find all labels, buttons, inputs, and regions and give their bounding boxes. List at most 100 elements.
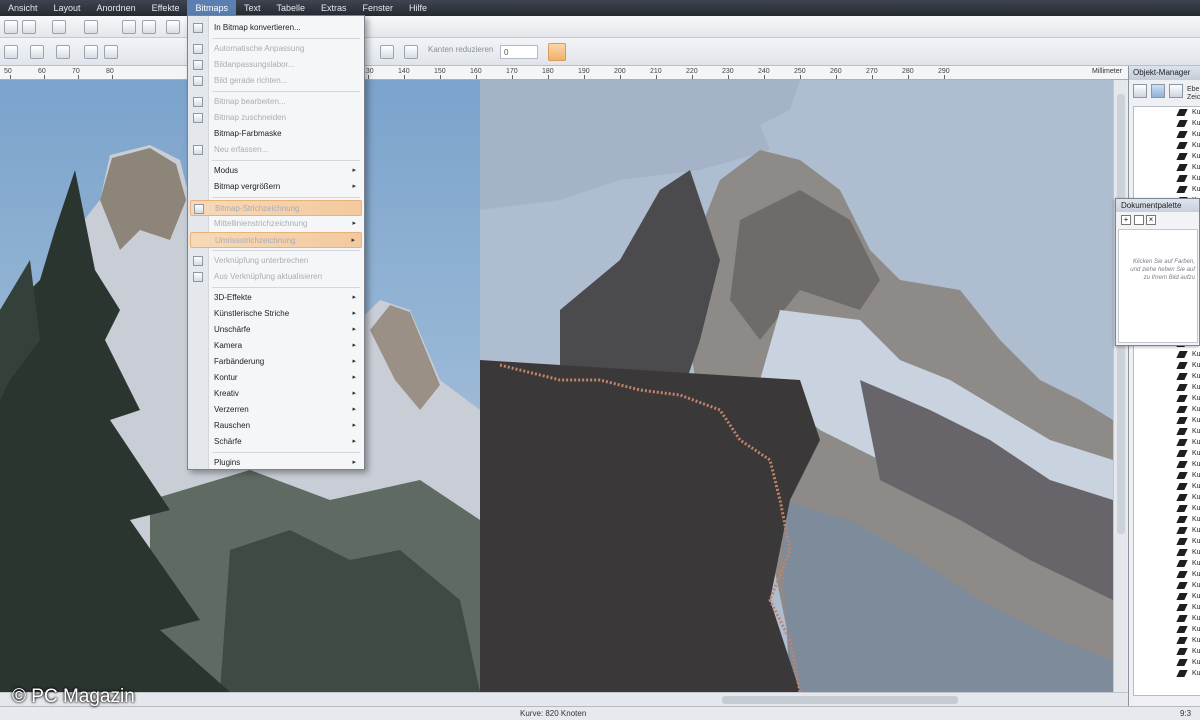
menu-item-sch-rfe[interactable]: Schärfe ▸ [190, 434, 362, 450]
export-icon[interactable] [142, 20, 156, 34]
object-row[interactable]: Kur [1134, 162, 1200, 173]
object-row[interactable]: Kur [1134, 107, 1200, 118]
smooth-input[interactable] [500, 45, 538, 59]
menu-text[interactable]: Text [236, 0, 269, 16]
nodes-select-icon[interactable] [404, 45, 418, 59]
object-row[interactable]: Kur [1134, 492, 1200, 503]
menu-item-neu-erfassen[interactable]: Neu erfassen... [190, 142, 362, 158]
redo-icon[interactable] [84, 20, 98, 34]
menu-fenster[interactable]: Fenster [355, 0, 402, 16]
menu-item-umrissstrichzeichnung[interactable]: Umrissstrichzeichnung ▸ [190, 232, 362, 248]
object-row[interactable]: Kur [1134, 415, 1200, 426]
object-row[interactable]: Kur [1134, 602, 1200, 613]
menu-item-bitmap-zuschneiden[interactable]: Bitmap zuschneiden [190, 110, 362, 126]
menu-item-unsch-rfe[interactable]: Unschärfe ▸ [190, 322, 362, 338]
menu-item-bitmap-bearbeiten[interactable]: Bitmap bearbeiten... [190, 94, 362, 110]
object-row[interactable]: Kur [1134, 437, 1200, 448]
object-row[interactable]: Kur [1134, 129, 1200, 140]
undo-icon[interactable] [52, 20, 66, 34]
pointer-view-icon[interactable] [1151, 84, 1165, 98]
menu-item-in-bitmap-konvertieren[interactable]: In Bitmap konvertieren... [190, 20, 362, 36]
menu-hilfe[interactable]: Hilfe [401, 0, 435, 16]
no-color-icon[interactable]: × [1146, 215, 1156, 225]
object-row[interactable]: Kur [1134, 470, 1200, 481]
object-row[interactable]: Kur [1134, 580, 1200, 591]
object-row[interactable]: Kur [1134, 624, 1200, 635]
menu-item-bildanpassungslabor[interactable]: Bildanpassungslabor... [190, 57, 362, 73]
vertical-scrollbar[interactable] [1113, 80, 1127, 692]
object-row[interactable]: Kur [1134, 371, 1200, 382]
menu-item-bitmap-strichzeichnung[interactable]: Bitmap-Strichzeichnung [190, 200, 362, 216]
publish-icon[interactable] [166, 20, 180, 34]
object-row[interactable]: Kur [1134, 558, 1200, 569]
object-row[interactable]: Kur [1134, 613, 1200, 624]
align-icon[interactable] [4, 45, 18, 59]
object-row[interactable]: Kur [1134, 525, 1200, 536]
menu-item-plugins[interactable]: Plugins ▸ [190, 455, 362, 471]
object-row[interactable]: Kur [1134, 393, 1200, 404]
horizontal-scrollbar[interactable] [0, 692, 1128, 706]
object-row[interactable]: Kur [1134, 448, 1200, 459]
menu-item-mittellinienstrichzeichnung[interactable]: Mittellinienstrichzeichnung ▸ [190, 216, 362, 232]
object-row[interactable]: Kur [1134, 404, 1200, 415]
flip-icon[interactable] [56, 45, 70, 59]
node-icon[interactable] [84, 45, 98, 59]
import-icon[interactable] [122, 20, 136, 34]
line-icon[interactable] [104, 45, 118, 59]
menu-item-bitmap-farbmaske[interactable]: Bitmap-Farbmaske [190, 126, 362, 142]
object-row[interactable]: Kur [1134, 140, 1200, 151]
menu-effekte[interactable]: Effekte [144, 0, 188, 16]
object-row[interactable]: Kur [1134, 514, 1200, 525]
menu-item-kontur[interactable]: Kontur ▸ [190, 370, 362, 386]
menu-ansicht[interactable]: Ansicht [0, 0, 46, 16]
object-row[interactable]: Kur [1134, 591, 1200, 602]
object-row[interactable]: Kur [1134, 547, 1200, 558]
menu-item-rauschen[interactable]: Rauschen ▸ [190, 418, 362, 434]
object-row[interactable]: Kur [1134, 635, 1200, 646]
layer-manager-icon[interactable] [1169, 84, 1183, 98]
mirror-icon[interactable] [30, 45, 44, 59]
object-row[interactable]: Kur [1134, 503, 1200, 514]
menu-item-automatische-anpassung[interactable]: Automatische Anpassung [190, 41, 362, 57]
object-row[interactable]: Kur [1134, 646, 1200, 657]
drawing-canvas[interactable] [0, 80, 1113, 692]
menu-tabelle[interactable]: Tabelle [268, 0, 313, 16]
menu-item-kreativ[interactable]: Kreativ ▸ [190, 386, 362, 402]
object-row[interactable]: Kur [1134, 657, 1200, 668]
menu-item-aus-verkn-pfung-aktualisieren[interactable]: Aus Verknüpfung aktualisieren [190, 269, 362, 285]
new-icon[interactable] [4, 20, 18, 34]
palette-swatches[interactable]: Klicken Sie auf Farben, und ziehe heben … [1118, 229, 1198, 343]
object-row[interactable]: Kur [1134, 118, 1200, 129]
object-row[interactable]: Kur [1134, 382, 1200, 393]
menu-item-bild-gerade-richten[interactable]: Bild gerade richten... [190, 73, 362, 89]
object-row[interactable]: Kur [1134, 481, 1200, 492]
layer-view-icon[interactable] [1133, 84, 1147, 98]
object-row[interactable]: Kur [1134, 349, 1200, 360]
object-row[interactable]: Kur [1134, 426, 1200, 437]
horizontal-scroll-thumb[interactable] [722, 696, 958, 704]
smooth-toggle-icon[interactable] [548, 43, 566, 61]
eyedropper-icon[interactable] [1134, 215, 1144, 225]
object-row[interactable]: Kur [1134, 184, 1200, 195]
menu-item-modus[interactable]: Modus ▸ [190, 163, 362, 179]
menu-anordnen[interactable]: Anordnen [89, 0, 144, 16]
menu-item-farb-nderung[interactable]: Farbänderung ▸ [190, 354, 362, 370]
menu-extras[interactable]: Extras [313, 0, 355, 16]
object-row[interactable]: Kur [1134, 151, 1200, 162]
menu-item-k-nstlerische-striche[interactable]: Künstlerische Striche ▸ [190, 306, 362, 322]
open-icon[interactable] [22, 20, 36, 34]
object-row[interactable]: Kur [1134, 536, 1200, 547]
menu-item-3d-effekte[interactable]: 3D-Effekte ▸ [190, 290, 362, 306]
menu-item-kamera[interactable]: Kamera ▸ [190, 338, 362, 354]
object-row[interactable]: Kur [1134, 569, 1200, 580]
object-row[interactable]: Kur [1134, 668, 1200, 679]
object-list[interactable]: Kur Kur Kur Kur Kur Kur Kur Kur Kur Kur Kur Kur Kur K… [1133, 106, 1200, 696]
menu-bitmaps[interactable]: Bitmaps [187, 0, 236, 16]
object-row[interactable]: Kur [1134, 173, 1200, 184]
menu-item-verzerren[interactable]: Verzerren ▸ [190, 402, 362, 418]
menu-item-verkn-pfung-unterbrechen[interactable]: Verknüpfung unterbrechen [190, 253, 362, 269]
object-row[interactable]: Kur [1134, 360, 1200, 371]
menu-layout[interactable]: Layout [46, 0, 89, 16]
object-row[interactable]: Kur [1134, 459, 1200, 470]
menu-item-bitmap-vergr-ern[interactable]: Bitmap vergrößern ▸ [190, 179, 362, 195]
